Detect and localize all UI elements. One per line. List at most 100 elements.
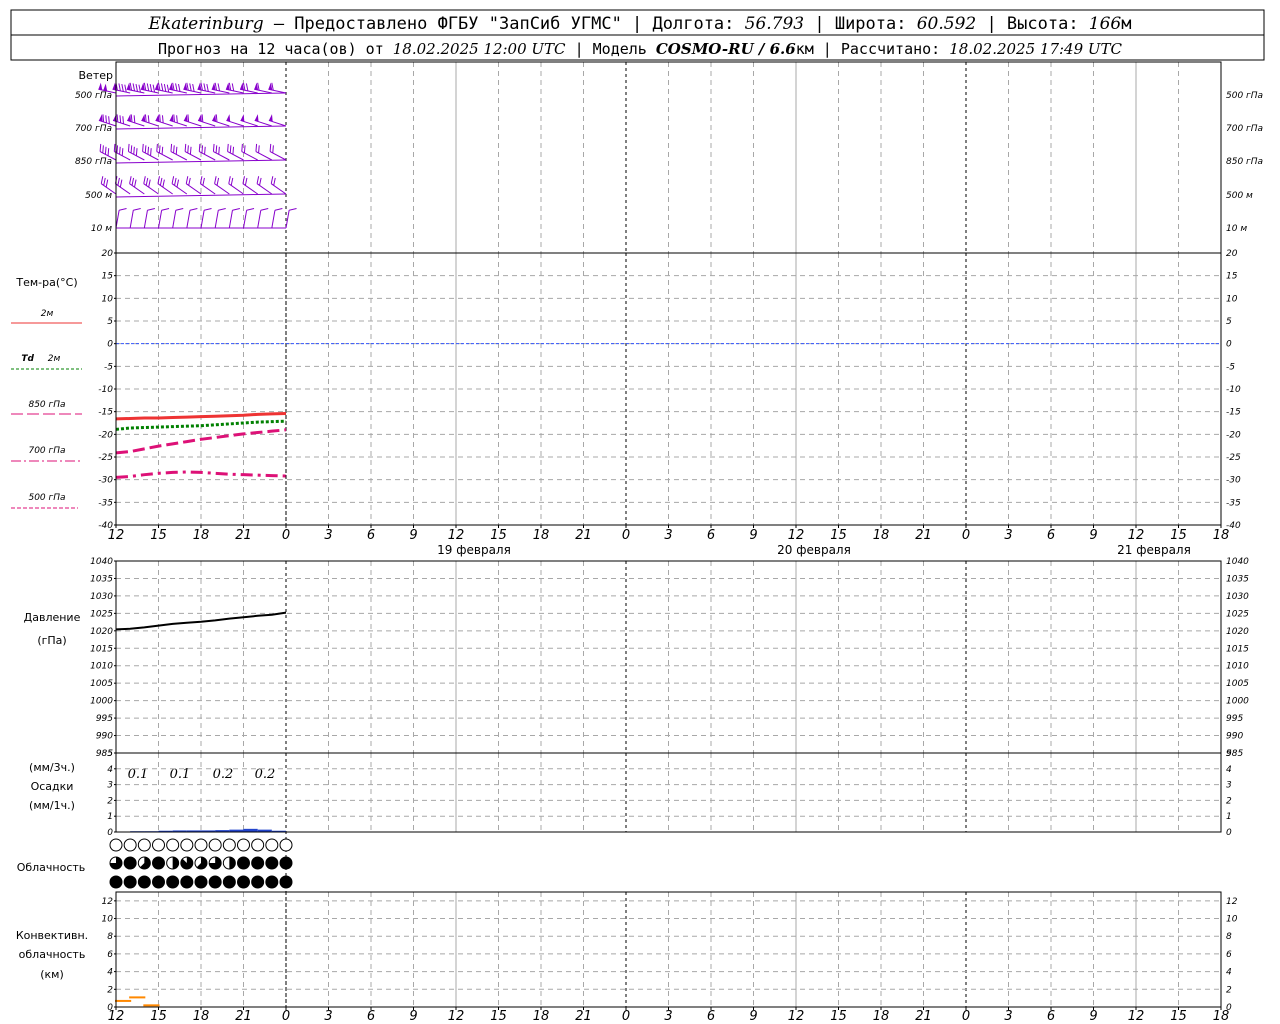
date-label-19: 19 февраля (437, 543, 511, 557)
x-tick-label: 0 (622, 528, 630, 543)
pres-ytick-left: 1005 (90, 679, 113, 689)
altitude-unit: м (1121, 14, 1131, 34)
temp-ytick-right: -5 (1226, 362, 1235, 372)
x-tick-label: 18 (873, 528, 890, 543)
temp-ytick-right: -10 (1226, 385, 1241, 395)
x-tick-label: 12 (108, 528, 125, 543)
x-tick-label: 9 (1089, 528, 1097, 543)
cloud-title: Облачность (17, 861, 86, 874)
wind-barb-feather (175, 83, 178, 92)
wind-barb (268, 82, 287, 94)
cloud-fill-full (223, 876, 236, 888)
cloud-fill-full (124, 876, 137, 888)
x-tick-label: 6 (1047, 528, 1055, 543)
wind-barb-feather (119, 208, 127, 211)
x-tick-label: 15 (1170, 528, 1187, 543)
wind-barb (143, 208, 155, 229)
conv-bar (115, 999, 132, 1002)
wind-barb-feather (203, 83, 206, 92)
precip-ytick-left: 2 (107, 796, 113, 806)
precip-ytick-right: 0 (1226, 828, 1232, 838)
x-tick-label: 3 (324, 528, 332, 543)
x-tick-label-bottom: 9 (749, 1009, 757, 1024)
x-tick-label: 0 (282, 528, 290, 543)
precip-1h-unit: (мм/1ч.) (29, 799, 75, 812)
x-tick-label-bottom: 15 (150, 1009, 167, 1024)
legend-t500-label: 500 гПа (28, 493, 65, 503)
x-tick-label: 9 (749, 528, 757, 543)
cloud-fill-full (265, 857, 278, 869)
precip-ytick-left: 5 (107, 749, 113, 759)
pres-ytick-right: 1025 (1226, 609, 1249, 619)
wind-barb-feather (161, 208, 170, 211)
x-tick-label: 12 (1128, 528, 1145, 543)
x-tick-label-bottom: 21 (915, 1009, 932, 1024)
run-time: 18.02.2025 12:00 UTC (393, 40, 566, 58)
cloud-circle (123, 838, 137, 852)
pres-ytick-left: 1020 (90, 627, 113, 637)
cloud-fill-full (280, 857, 292, 869)
wind-barb-feather (218, 208, 226, 211)
temp-ytick-left: 10 (102, 294, 114, 304)
station-name: Ekaterinburg (148, 14, 264, 34)
precip-ytick-right: 4 (1226, 765, 1232, 775)
conv-title-2: облачность (19, 948, 86, 961)
altitude-label: | Высота: (976, 14, 1089, 34)
wind-barb-staff (228, 210, 233, 229)
x-tick-label: 12 (788, 528, 805, 543)
precip-ytick-right: 1 (1226, 812, 1232, 822)
wind-barb-flag (103, 83, 108, 92)
cloud-fill-full (251, 876, 264, 888)
temp-ytick-left: -15 (98, 408, 113, 418)
temp-ytick-left: 20 (102, 249, 114, 259)
x-tick-label: 21 (235, 528, 252, 543)
pres-ytick-left: 1035 (90, 574, 113, 584)
x-tick-label-bottom: 3 (324, 1009, 332, 1024)
wind-barb (158, 208, 170, 229)
pres-ytick-left: 1000 (90, 697, 113, 707)
wind-barb-staff (172, 210, 177, 229)
temp-ytick-right: -30 (1226, 476, 1241, 486)
latitude-label: | Широта: (804, 14, 917, 34)
temp-ytick-right: 0 (1226, 340, 1232, 350)
temp-ytick-left: -35 (98, 498, 113, 508)
x-tick-label-bottom: 18 (533, 1009, 550, 1024)
wind-level-850hpa-right: 850 гПа (1226, 157, 1263, 167)
model-label: | Модель (566, 40, 656, 58)
cloud-circle (152, 838, 165, 852)
cloud-fill-part (180, 857, 193, 870)
temp-ytick-right: 15 (1226, 272, 1238, 282)
conv-ytick-right: 8 (1226, 932, 1232, 942)
temp-ytick-left: -20 (98, 430, 113, 440)
temp-ytick-right: -15 (1226, 408, 1241, 418)
pres-ytick-right: 990 (1226, 732, 1243, 742)
temp-title: Тем-ра(°C) (15, 276, 77, 289)
wind-barb-feather (217, 83, 221, 92)
cloud-fill-full (237, 876, 250, 888)
wind-barb (271, 208, 283, 229)
provider-text: – Предоставлено ФГБУ "ЗапСиб УГМС" | Дол… (264, 14, 745, 34)
x-tick-label: 15 (490, 528, 507, 543)
wind-barb-staff (143, 210, 148, 229)
wind-barb (228, 208, 240, 229)
x-tick-label: 0 (962, 528, 970, 543)
legend-t850-label: 850 гПа (28, 400, 65, 410)
x-tick-label: 15 (150, 528, 167, 543)
wind-barb-feather (163, 83, 167, 92)
wind-level-500m: 500 м (85, 191, 112, 201)
x-tick-label: 21 (915, 528, 932, 543)
conv-ytick-right: 10 (1226, 915, 1238, 925)
cloud-circle (109, 838, 123, 852)
cloud-fill-full (251, 857, 264, 869)
conv-ytick-right: 12 (1226, 897, 1238, 907)
precip-ytick-left: 4 (107, 765, 113, 775)
x-tick-label-bottom: 12 (1128, 1009, 1145, 1024)
pres-ytick-left: 1015 (90, 644, 113, 654)
wind-level-700hpa: 700 гПа (75, 124, 112, 134)
date-label-21: 21 февраля (1117, 543, 1191, 557)
wind-barb-feather (147, 208, 155, 211)
precip-3h-unit: (мм/3ч.) (29, 761, 75, 774)
wind-barb-staff (214, 210, 219, 229)
x-tick-label-bottom: 0 (282, 1009, 290, 1024)
cloud-fill-full (209, 876, 222, 888)
